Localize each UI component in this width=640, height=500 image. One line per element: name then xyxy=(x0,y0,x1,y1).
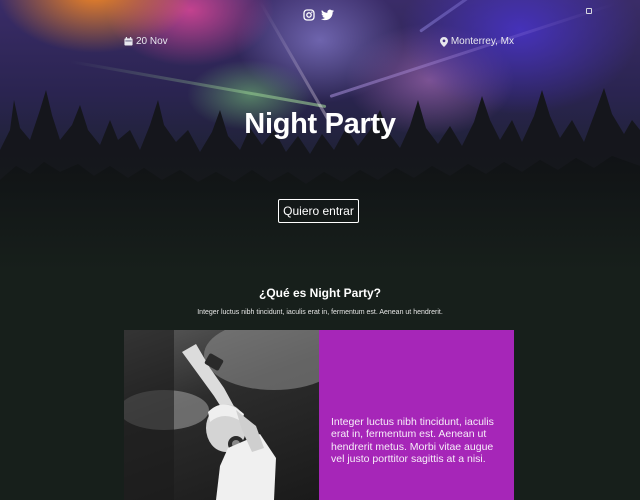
landing-page: 20 Nov Monterrey, Mx Night Party Quiero … xyxy=(0,0,640,500)
social-links xyxy=(303,9,334,21)
calendar-icon xyxy=(124,37,133,46)
about-title: ¿Qué es Night Party? xyxy=(258,286,382,300)
instagram-icon[interactable] xyxy=(303,9,315,21)
menu-toggle-icon[interactable] xyxy=(586,8,592,14)
event-date: 20 Nov xyxy=(124,36,168,47)
hero-section: 20 Nov Monterrey, Mx Night Party Quiero … xyxy=(0,0,640,270)
about-text: Integer luctus nibh tincidunt, iaculis e… xyxy=(197,309,443,316)
event-location: Monterrey, Mx xyxy=(439,36,514,47)
about-panel: Integer luctus nibh tincidunt, iaculis e… xyxy=(319,330,514,500)
page-title: Night Party xyxy=(244,108,396,140)
about-panel-text: Integer luctus nibh tincidunt, iaculis e… xyxy=(331,416,494,465)
light-beam xyxy=(419,0,585,33)
map-marker-icon xyxy=(439,36,448,47)
twitter-icon[interactable] xyxy=(321,9,334,21)
join-button[interactable]: Quiero entrar xyxy=(278,199,359,223)
event-location-text: Monterrey, Mx xyxy=(450,36,514,47)
event-date-text: 20 Nov xyxy=(136,36,168,47)
dj-photo xyxy=(124,330,319,500)
